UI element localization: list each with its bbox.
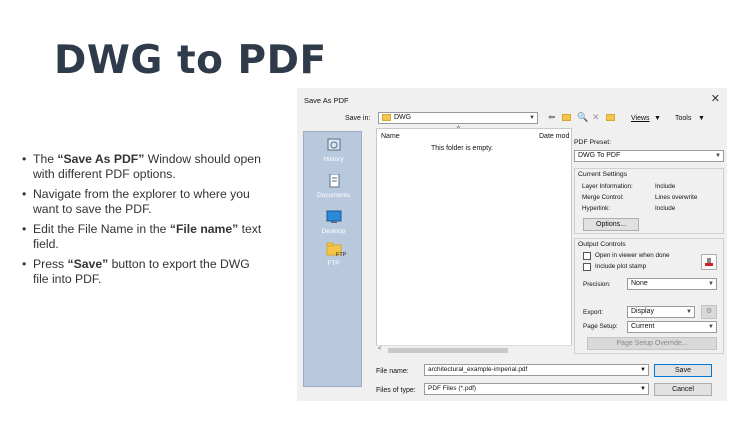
column-name[interactable]: Name <box>381 133 400 140</box>
place-ftp[interactable]: FTP FTP <box>304 242 363 267</box>
open-in-viewer-label: Open in viewer when done <box>595 252 670 259</box>
scroll-left-icon[interactable]: < <box>378 346 382 352</box>
export-options-button[interactable]: ⚙ <box>701 305 717 319</box>
new-folder-icon[interactable] <box>606 112 615 122</box>
current-settings-group: Current Settings Layer Information: Incl… <box>574 168 724 234</box>
ftp-badge: FTP <box>336 252 347 258</box>
pdf-options-panel: PDF Preset: DWG To PDF ▼ Current Setting… <box>572 128 726 354</box>
chevron-down-icon: ▼ <box>686 309 692 315</box>
layer-information-value: Include <box>655 183 676 190</box>
delete-icon[interactable]: ✕ <box>592 112 600 122</box>
hyperlink-value: Include <box>655 205 676 212</box>
output-controls-group: Output Controls Open in viewer when done… <box>574 238 724 354</box>
file-type-label: Files of type: <box>376 387 416 394</box>
page-setup-override-button[interactable]: Page Setup Override... <box>587 337 717 350</box>
instruction-item: The “Save As PDF” Window should open wit… <box>22 152 262 181</box>
instruction-item: Press “Save” button to export the DWG fi… <box>22 257 262 286</box>
output-controls-title: Output Controls <box>578 241 626 248</box>
empty-folder-message: This folder is empty. <box>430 145 494 152</box>
views-menu-arrow-icon[interactable]: ▼ <box>654 115 661 122</box>
export-dropdown[interactable]: Display ▼ <box>627 306 695 318</box>
chevron-down-icon: ▼ <box>708 324 714 330</box>
search-web-icon[interactable]: 🔍 <box>577 112 588 122</box>
chevron-down-icon: ▼ <box>529 115 535 121</box>
pdf-preset-dropdown[interactable]: DWG To PDF ▼ <box>574 150 724 162</box>
chevron-down-icon: ▼ <box>715 153 721 159</box>
save-in-label: Save in: <box>345 115 371 122</box>
place-documents[interactable]: Documents <box>304 174 363 199</box>
hyperlink-label: Hyperlink: <box>582 205 610 212</box>
open-in-viewer-checkbox[interactable] <box>583 252 591 260</box>
page-setup-label: Page Setup: <box>583 323 618 330</box>
places-sidebar: History Documents Desktop FTP FTP <box>303 131 362 387</box>
layer-information-label: Layer Information: <box>582 183 633 190</box>
precision-label: Precision: <box>583 281 611 288</box>
back-arrow-icon[interactable]: ⬅ <box>548 112 556 122</box>
tools-menu[interactable]: Tools <box>675 115 691 122</box>
horizontal-scrollbar[interactable]: < <box>376 345 572 354</box>
instruction-list: The “Save As PDF” Window should open wit… <box>22 152 262 292</box>
documents-icon <box>329 174 339 188</box>
desktop-icon <box>326 210 341 223</box>
merge-control-label: Merge Control: <box>582 194 624 201</box>
up-folder-icon[interactable] <box>562 112 571 122</box>
place-desktop[interactable]: Desktop <box>304 210 363 235</box>
file-list[interactable]: Name ^ Date mod This folder is empty. <box>376 126 572 351</box>
file-type-dropdown[interactable]: PDF Files (*.pdf) ▼ <box>424 383 649 395</box>
save-in-dropdown[interactable]: DWG ▼ <box>378 112 538 124</box>
include-plot-stamp-label: Include plot stamp <box>595 263 647 270</box>
close-icon[interactable]: ✕ <box>711 92 720 105</box>
chevron-down-icon[interactable]: ▼ <box>640 384 646 394</box>
scrollbar-thumb[interactable] <box>388 348 508 353</box>
cancel-button[interactable]: Cancel <box>654 383 712 396</box>
history-icon <box>327 138 340 151</box>
chevron-down-icon: ▼ <box>708 281 714 287</box>
precision-dropdown[interactable]: None ▼ <box>627 278 717 290</box>
tools-menu-arrow-icon[interactable]: ▼ <box>698 115 705 122</box>
include-plot-stamp-checkbox[interactable] <box>583 263 591 271</box>
file-name-input[interactable]: architectural_example-imperial.pdf ▼ <box>424 364 649 376</box>
instruction-item: Edit the File Name in the “File name” te… <box>22 222 262 251</box>
options-button[interactable]: Options... <box>583 218 639 231</box>
dialog-title: Save As PDF <box>304 96 349 105</box>
merge-control-value: Lines overwrite <box>655 194 698 201</box>
sort-indicator-icon: ^ <box>457 126 460 132</box>
column-date-modified[interactable]: Date mod <box>539 133 569 140</box>
pdf-preset-label: PDF Preset: <box>574 139 612 146</box>
instruction-item: Navigate from the explorer to where you … <box>22 187 262 216</box>
stamp-icon <box>705 258 713 266</box>
chevron-down-icon[interactable]: ▼ <box>640 365 646 375</box>
save-as-pdf-dialog: Save As PDF ✕ Save in: DWG ▼ ⬅ 🔍 ✕ Views… <box>297 88 727 401</box>
file-name-label: File name: <box>376 368 409 375</box>
folder-icon <box>382 113 391 121</box>
plot-stamp-settings-button[interactable] <box>701 254 717 270</box>
page-setup-dropdown[interactable]: Current ▼ <box>627 321 717 333</box>
export-label: Export: <box>583 309 603 316</box>
place-history[interactable]: History <box>304 138 363 163</box>
slide-title: DWG to PDF <box>54 38 327 83</box>
save-button[interactable]: Save <box>654 364 712 377</box>
current-settings-title: Current Settings <box>578 171 628 178</box>
views-menu[interactable]: Views <box>631 115 650 122</box>
gear-icon: ⚙ <box>705 308 713 315</box>
